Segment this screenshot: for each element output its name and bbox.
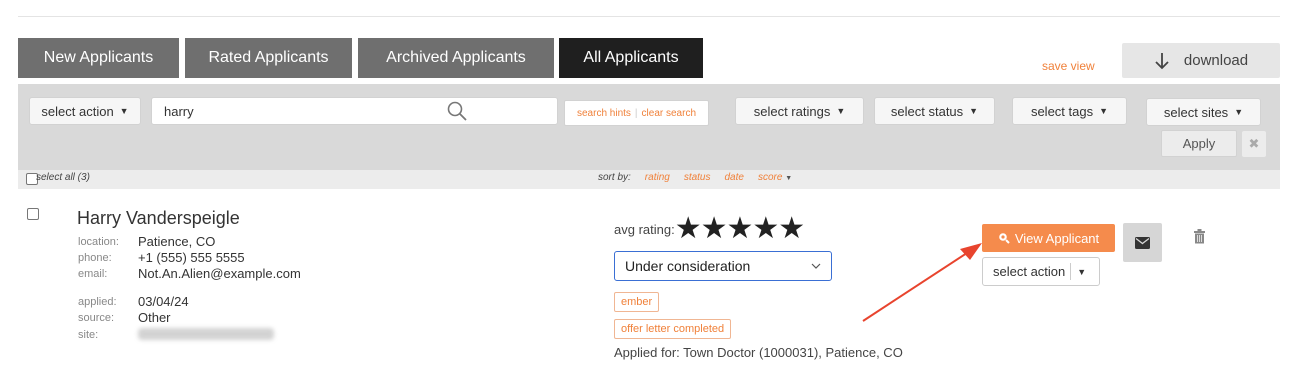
applicant-name[interactable]: Harry Vanderspeigle bbox=[77, 208, 240, 229]
sort-score-link[interactable]: score ▼ bbox=[758, 172, 792, 183]
sort-status-link[interactable]: status bbox=[684, 172, 711, 183]
tab-label: Archived Applicants bbox=[386, 49, 526, 66]
caret-down-icon: ▼ bbox=[836, 106, 846, 116]
clear-filters-icon[interactable]: ✖ bbox=[1242, 131, 1266, 157]
dropdown-label: select action bbox=[993, 264, 1066, 279]
phone-label: phone: bbox=[78, 252, 112, 264]
status-value: Under consideration bbox=[625, 258, 751, 274]
status-select[interactable]: Under consideration bbox=[614, 251, 832, 281]
tab-new-applicants[interactable]: New Applicants bbox=[18, 38, 179, 78]
location-label: location: bbox=[78, 236, 119, 248]
dropdown-label: select tags bbox=[1030, 103, 1094, 119]
download-label: download bbox=[1183, 52, 1249, 69]
arrow-down-icon bbox=[1155, 52, 1169, 69]
separator: | bbox=[634, 107, 638, 119]
site-value-redacted bbox=[138, 328, 274, 340]
applied-for-text: Applied for: Town Doctor (1000031), Pati… bbox=[614, 345, 903, 360]
search-input[interactable]: harry bbox=[151, 97, 558, 125]
caret-down-icon: ▼ bbox=[785, 175, 793, 182]
select-status-dropdown[interactable]: select status ▼ bbox=[874, 97, 995, 125]
avg-rating-label: avg rating: bbox=[614, 221, 675, 237]
applicant-checkbox[interactable] bbox=[27, 208, 39, 220]
zoom-icon bbox=[999, 233, 1010, 244]
sort-by-label: sort by: bbox=[598, 172, 631, 183]
email-value: Not.An.Alien@example.com bbox=[138, 266, 301, 281]
dropdown-label: select action bbox=[41, 103, 114, 119]
star-rating[interactable]: ★★★★★ bbox=[675, 214, 805, 244]
bulk-select-action-dropdown[interactable]: select action ▼ bbox=[29, 97, 141, 125]
sort-by: sort by: rating status date score ▼ bbox=[598, 172, 792, 183]
site-label: site: bbox=[78, 329, 99, 341]
save-view-link[interactable]: save view bbox=[1042, 59, 1095, 73]
caret-down-icon: ▼ bbox=[119, 106, 129, 116]
tab-label: Rated Applicants bbox=[208, 49, 329, 66]
select-tags-dropdown[interactable]: select tags ▼ bbox=[1012, 97, 1127, 125]
chevron-down-icon bbox=[811, 263, 821, 269]
caret-down-icon: ▼ bbox=[1077, 266, 1087, 277]
envelope-icon bbox=[1135, 236, 1150, 249]
download-button[interactable]: download bbox=[1122, 43, 1280, 78]
caret-down-icon: ▼ bbox=[1234, 107, 1244, 117]
divider bbox=[1070, 263, 1072, 280]
sort-date-link[interactable]: date bbox=[725, 172, 744, 183]
view-applicant-button[interactable]: View Applicant bbox=[982, 224, 1115, 252]
tab-label: New Applicants bbox=[43, 49, 154, 66]
search-icon[interactable] bbox=[446, 100, 468, 122]
caret-down-icon: ▼ bbox=[1099, 106, 1109, 116]
dropdown-label: select status bbox=[890, 103, 964, 119]
tab-all-applicants[interactable]: All Applicants bbox=[559, 38, 703, 78]
top-divider bbox=[18, 16, 1280, 17]
tab-label: All Applicants bbox=[583, 49, 679, 66]
source-value: Other bbox=[138, 310, 171, 325]
trash-icon[interactable] bbox=[1193, 229, 1206, 244]
avg-rating: avg rating: ★★★★★ bbox=[614, 214, 805, 244]
tab-archived-applicants[interactable]: Archived Applicants bbox=[358, 38, 554, 78]
caret-down-icon: ▼ bbox=[969, 106, 979, 116]
select-all-label: select all (3) bbox=[36, 172, 90, 183]
location-value: Patience, CO bbox=[138, 234, 216, 249]
email-label: email: bbox=[78, 268, 108, 280]
select-sites-dropdown[interactable]: select sites ▼ bbox=[1146, 98, 1261, 126]
tag-ember[interactable]: ember bbox=[614, 292, 660, 312]
applicant-select-action-dropdown[interactable]: select action ▼ bbox=[982, 257, 1100, 286]
source-label: source: bbox=[78, 312, 115, 324]
applied-value: 03/04/24 bbox=[138, 294, 189, 309]
apply-button[interactable]: Apply bbox=[1161, 130, 1237, 157]
search-hints-link[interactable]: search hints bbox=[577, 108, 631, 119]
phone-value: +1 (555) 555 5555 bbox=[138, 250, 245, 265]
dropdown-label: select sites bbox=[1163, 104, 1229, 120]
email-button[interactable] bbox=[1123, 223, 1162, 262]
clear-search-link[interactable]: clear search bbox=[642, 108, 696, 119]
tab-rated-applicants[interactable]: Rated Applicants bbox=[185, 38, 352, 78]
applied-label: applied: bbox=[78, 296, 117, 308]
sort-score-label: score bbox=[757, 172, 783, 183]
dropdown-label: select ratings bbox=[753, 103, 831, 119]
sort-rating-link[interactable]: rating bbox=[645, 172, 670, 183]
search-hints-box: search hints | clear search bbox=[564, 100, 709, 126]
tag-offer-letter-completed[interactable]: offer letter completed bbox=[614, 319, 732, 339]
view-applicant-label: View Applicant bbox=[1014, 230, 1100, 246]
select-ratings-dropdown[interactable]: select ratings ▼ bbox=[735, 97, 864, 125]
